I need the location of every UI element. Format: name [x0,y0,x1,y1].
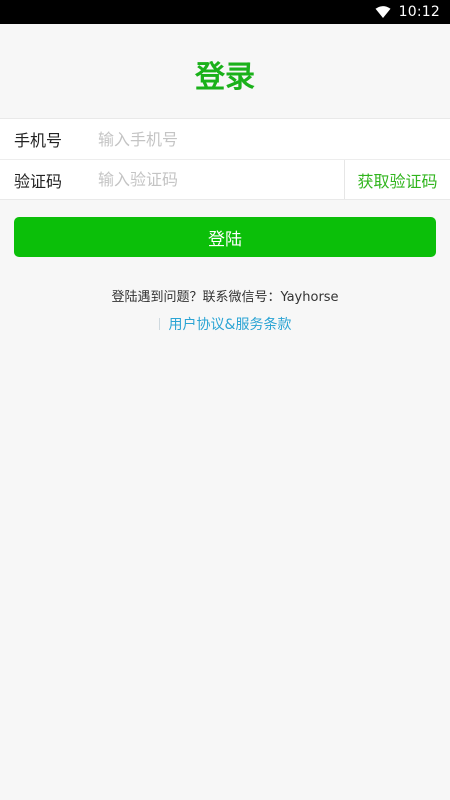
phone-input[interactable] [98,119,450,159]
code-row: 验证码 获取验证码 [0,159,450,199]
code-input[interactable] [98,160,344,199]
divider [158,318,160,330]
login-form: 手机号 验证码 获取验证码 [0,118,450,200]
login-button[interactable]: 登陆 [14,217,436,257]
phone-label: 手机号 [14,131,63,150]
agreement-link[interactable]: 用户协议&服务条款 [169,314,292,334]
phone-row: 手机号 [0,119,450,159]
status-time: 10:12 [398,4,440,20]
get-code-button[interactable]: 获取验证码 [344,160,450,199]
status-bar: 10:12 [0,0,450,24]
agreement-row: 用户协议&服务条款 [0,314,450,334]
page-title: 登录 [195,60,255,95]
wifi-icon [375,6,391,18]
code-label: 验证码 [14,171,63,191]
help-text: 登陆遇到问题？联系微信号：Yayhorse [111,290,339,305]
